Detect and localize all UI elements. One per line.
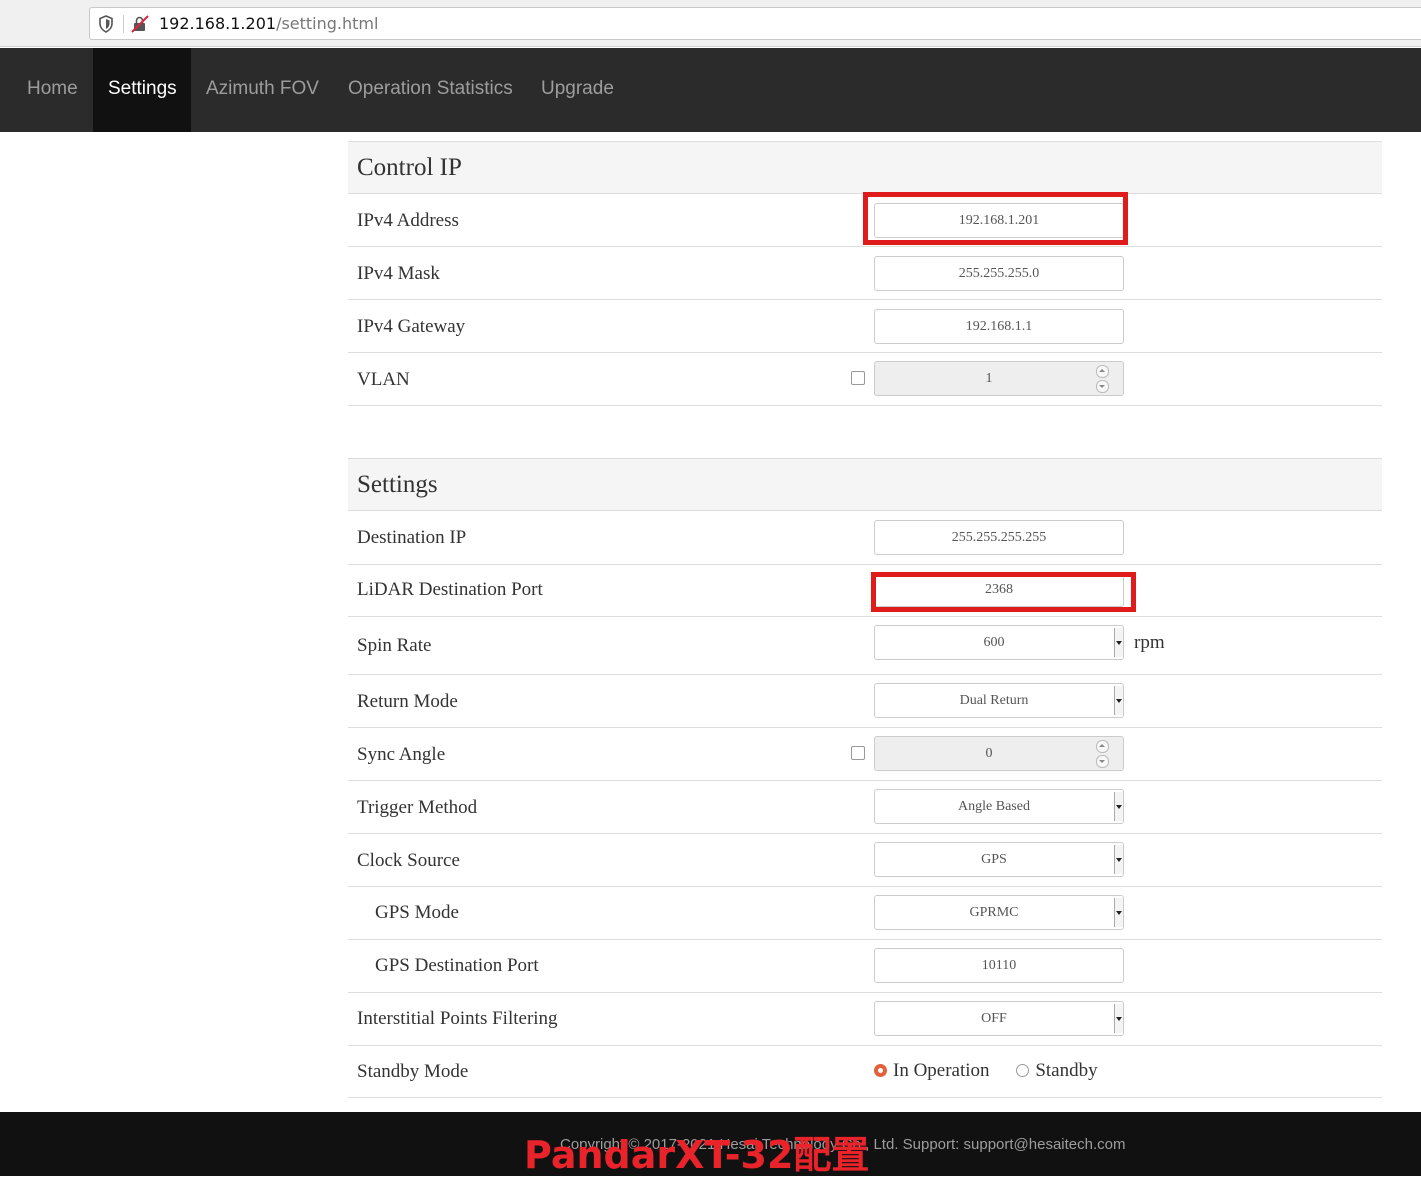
spin-rate-unit: rpm bbox=[1134, 632, 1165, 653]
nav-azimuth-fov[interactable]: Azimuth FOV bbox=[191, 48, 334, 132]
spin-rate-select[interactable]: 600 bbox=[874, 625, 1124, 660]
standby-mode-radio-group: In Operation Standby bbox=[874, 1060, 1120, 1082]
gps-mode-value: GPRMC bbox=[969, 905, 1019, 920]
return-mode-select[interactable]: Dual Return bbox=[874, 683, 1124, 718]
trigger-method-select[interactable]: Angle Based bbox=[874, 789, 1124, 824]
radio-standby-label[interactable]: Standby bbox=[1035, 1060, 1097, 1081]
url-host: 192.168.1.201 bbox=[159, 14, 277, 33]
trigger-method-value: Angle Based bbox=[958, 799, 1030, 814]
trigger-method-row: Trigger Method Angle Based bbox=[348, 781, 1382, 834]
clock-source-label: Clock Source bbox=[357, 850, 460, 871]
insecure-lock-icon[interactable] bbox=[131, 15, 149, 33]
settings-title: Settings bbox=[357, 471, 438, 498]
control-ip-title: Control IP bbox=[357, 154, 462, 181]
url-path: /setting.html bbox=[276, 14, 379, 33]
sync-angle-value: 0 bbox=[985, 746, 993, 761]
address-separator bbox=[123, 15, 124, 33]
spin-rate-row: Spin Rate 600 rpm bbox=[348, 617, 1382, 675]
gps-destination-port-label: GPS Destination Port bbox=[375, 955, 539, 976]
control-ip-panel-header: Control IP bbox=[348, 141, 1382, 194]
vlan-enable-checkbox[interactable] bbox=[851, 371, 865, 385]
spin-rate-label: Spin Rate bbox=[357, 635, 432, 656]
standby-mode-label: Standby Mode bbox=[357, 1061, 469, 1082]
ipv4-address-label: IPv4 Address bbox=[357, 210, 459, 231]
clock-source-row: Clock Source GPS bbox=[348, 834, 1382, 887]
radio-standby[interactable] bbox=[1016, 1064, 1030, 1077]
vlan-label: VLAN bbox=[357, 369, 410, 390]
gps-destination-port-input[interactable]: 10110 bbox=[874, 948, 1124, 983]
vlan-row: VLAN 1 bbox=[348, 353, 1382, 406]
destination-ip-label: Destination IP bbox=[357, 527, 467, 548]
chevron-down-icon bbox=[1114, 898, 1123, 927]
return-mode-label: Return Mode bbox=[357, 691, 458, 712]
nav-settings[interactable]: Settings bbox=[93, 48, 191, 132]
destination-ip-input[interactable]: 255.255.255.255 bbox=[874, 520, 1124, 555]
lidar-destination-port-label: LiDAR Destination Port bbox=[357, 579, 543, 600]
radio-in-operation-label[interactable]: In Operation bbox=[893, 1060, 990, 1081]
interstitial-points-filtering-row: Interstitial Points Filtering OFF bbox=[348, 993, 1382, 1046]
spin-up-icon[interactable] bbox=[1096, 740, 1109, 753]
highlight-box-ipv4-address bbox=[863, 192, 1128, 245]
url-text[interactable]: 192.168.1.201/setting.html bbox=[159, 14, 378, 34]
vlan-number-input[interactable]: 1 bbox=[874, 361, 1124, 396]
ipv4-gateway-label: IPv4 Gateway bbox=[357, 316, 466, 337]
gps-mode-label: GPS Mode bbox=[375, 902, 459, 923]
url-field[interactable]: 192.168.1.201/setting.html bbox=[89, 7, 1421, 40]
chevron-down-icon bbox=[1114, 628, 1123, 657]
browser-address-bar: 192.168.1.201/setting.html bbox=[0, 0, 1421, 47]
chevron-down-icon bbox=[1114, 1004, 1123, 1033]
gps-mode-select[interactable]: GPRMC bbox=[874, 895, 1124, 930]
spin-down-icon[interactable] bbox=[1096, 380, 1109, 393]
vlan-spinner[interactable] bbox=[1096, 365, 1109, 393]
interstitial-points-filtering-value: OFF bbox=[981, 1011, 1007, 1026]
shield-icon[interactable] bbox=[98, 15, 114, 33]
settings-panel-header: Settings bbox=[348, 458, 1382, 511]
spin-up-icon[interactable] bbox=[1096, 365, 1109, 378]
return-mode-row: Return Mode Dual Return bbox=[348, 675, 1382, 728]
spin-rate-value: 600 bbox=[983, 635, 1005, 650]
nav-operation-statistics[interactable]: Operation Statistics bbox=[333, 48, 528, 132]
vlan-value: 1 bbox=[985, 371, 993, 386]
sync-angle-row: Sync Angle 0 bbox=[348, 728, 1382, 781]
ipv4-gateway-row: IPv4 Gateway 192.168.1.1 bbox=[348, 300, 1382, 353]
chevron-down-icon bbox=[1114, 792, 1123, 821]
ipv4-gateway-input[interactable]: 192.168.1.1 bbox=[874, 309, 1124, 344]
spin-down-icon[interactable] bbox=[1096, 755, 1109, 768]
gps-destination-port-row: GPS Destination Port 10110 bbox=[348, 940, 1382, 993]
chevron-down-icon bbox=[1114, 845, 1123, 874]
highlight-box-lidar-port bbox=[871, 572, 1136, 612]
watermark-caption: PandarXT-32配置 bbox=[524, 1133, 870, 1177]
trigger-method-label: Trigger Method bbox=[357, 797, 478, 818]
destination-ip-row: Destination IP 255.255.255.255 bbox=[348, 511, 1382, 565]
nav-home[interactable]: Home bbox=[12, 48, 93, 132]
sync-angle-label: Sync Angle bbox=[357, 744, 446, 765]
footer: Copyright © 2017-2021 Hesai Technology C… bbox=[0, 1112, 1421, 1177]
interstitial-points-filtering-select[interactable]: OFF bbox=[874, 1001, 1124, 1036]
nav-upgrade[interactable]: Upgrade bbox=[526, 48, 629, 132]
clock-source-value: GPS bbox=[981, 852, 1007, 867]
ipv4-mask-row: IPv4 Mask 255.255.255.0 bbox=[348, 247, 1382, 300]
sync-angle-spinner[interactable] bbox=[1096, 740, 1109, 768]
clock-source-select[interactable]: GPS bbox=[874, 842, 1124, 877]
interstitial-points-filtering-label: Interstitial Points Filtering bbox=[357, 1008, 558, 1029]
sync-angle-enable-checkbox[interactable] bbox=[851, 746, 865, 760]
standby-mode-row: Standby Mode In Operation Standby bbox=[348, 1046, 1382, 1098]
radio-in-operation[interactable] bbox=[874, 1064, 887, 1077]
gps-mode-row: GPS Mode GPRMC bbox=[348, 887, 1382, 940]
lidar-destination-port-row: LiDAR Destination Port 2368 bbox=[348, 565, 1382, 617]
ipv4-mask-label: IPv4 Mask bbox=[357, 263, 440, 284]
chevron-down-icon bbox=[1114, 686, 1123, 715]
return-mode-value: Dual Return bbox=[959, 693, 1029, 708]
ipv4-mask-input[interactable]: 255.255.255.0 bbox=[874, 256, 1124, 291]
sync-angle-number-input[interactable]: 0 bbox=[874, 736, 1124, 771]
top-navbar: Home Settings Azimuth FOV Operation Stat… bbox=[0, 48, 1421, 132]
